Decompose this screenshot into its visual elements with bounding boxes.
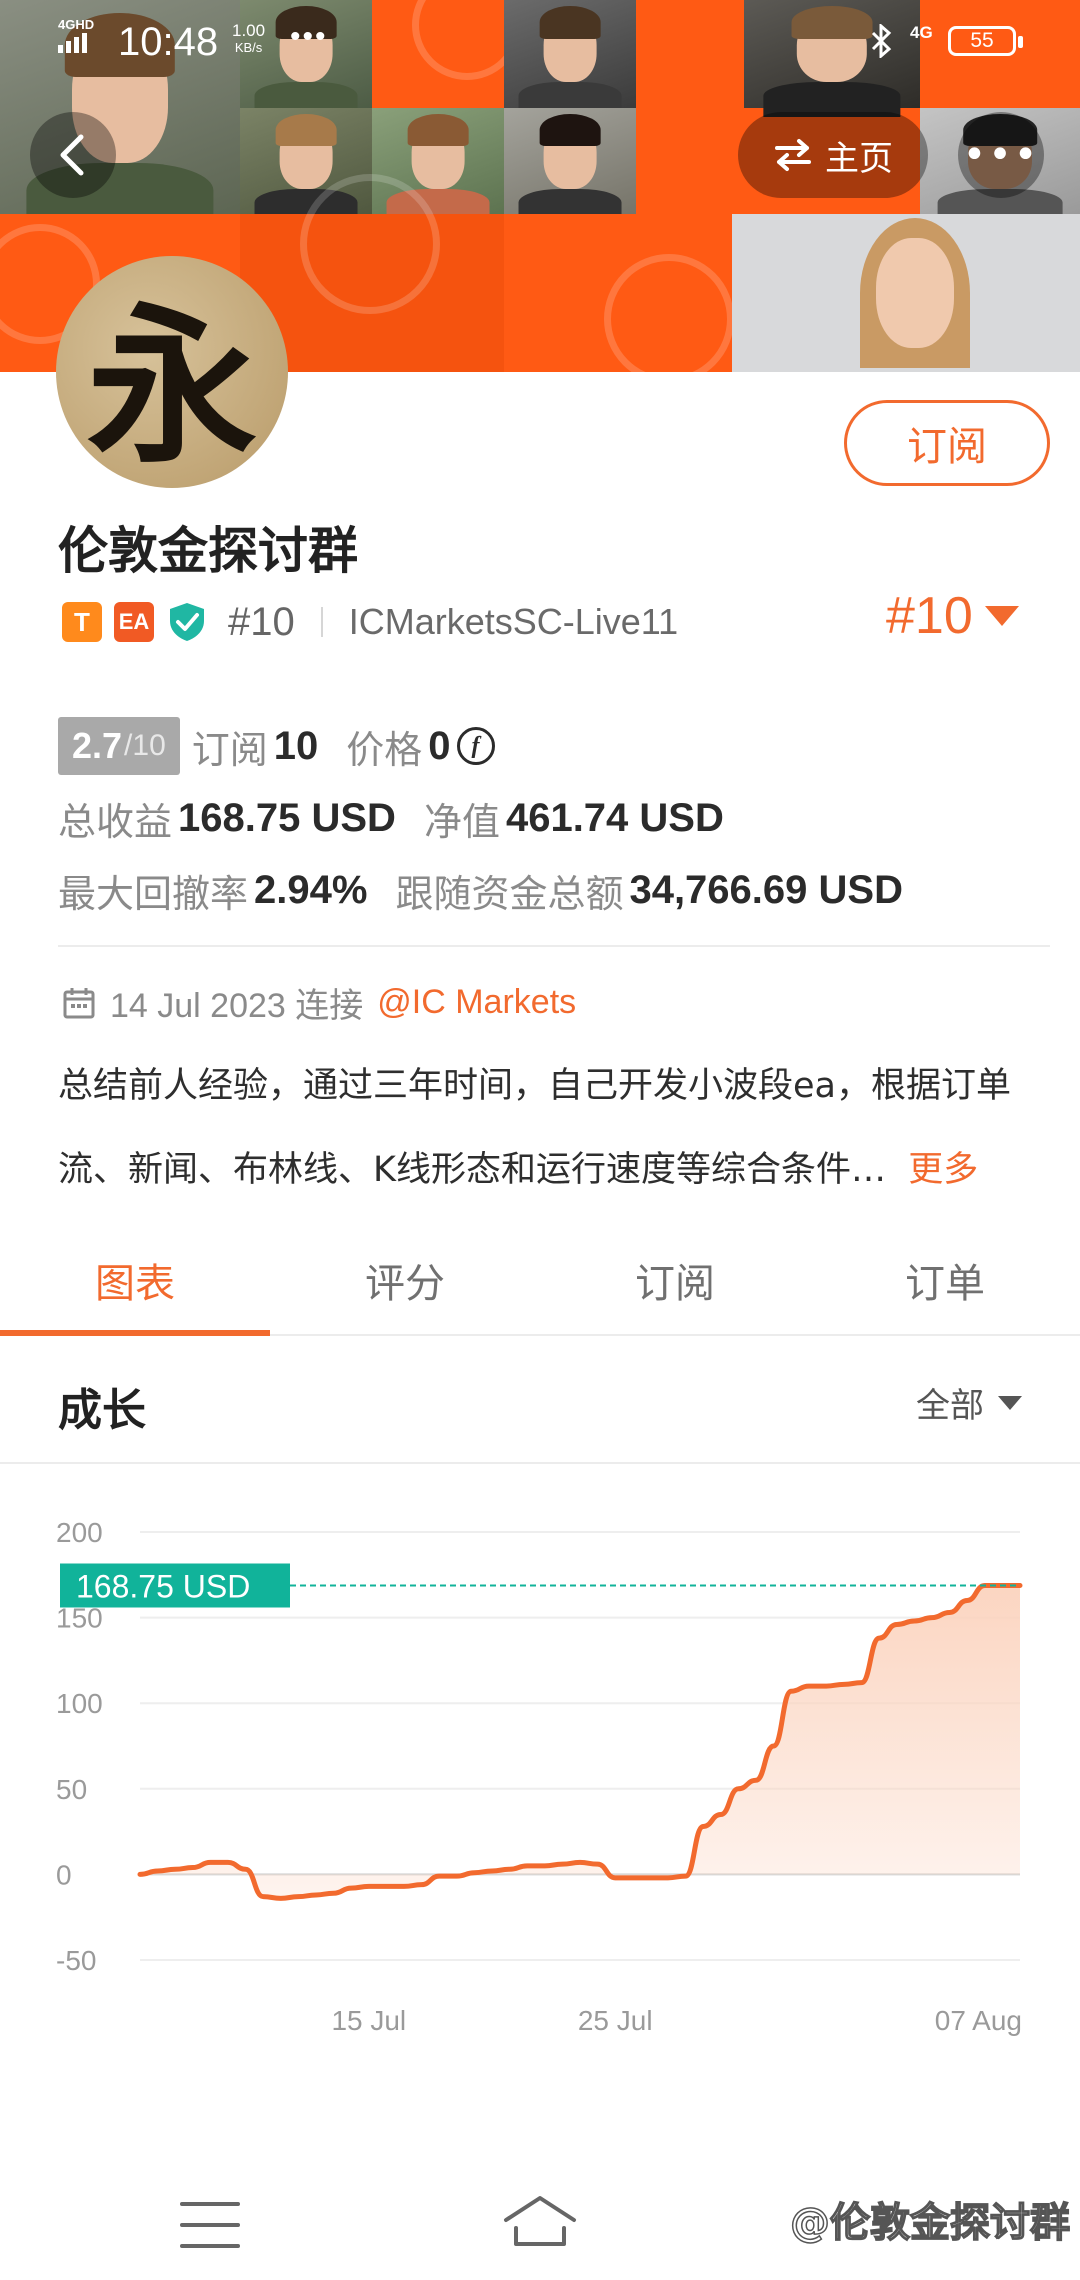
tag-ea-badge: EA [114,602,154,642]
verified-shield-icon [170,603,204,641]
price-label: 价格 [346,727,423,772]
join-date: 14 Jul 2023 连接 [110,987,364,1025]
caret-down-icon [998,1395,1022,1410]
current-value-label: 168.75 USD [76,1569,250,1605]
follow-funds-value: 34,766.69 USD [629,867,903,912]
y-tick-label: 0 [56,1859,72,1890]
more-link[interactable]: 更多 [908,1150,978,1190]
range-filter-dropdown[interactable]: 全部 [916,1378,1022,1427]
tab-bar: 图表 评分 订阅 订单 [0,1226,1080,1336]
subscribe-button[interactable]: 订阅 [844,400,1050,486]
follow-funds-label: 跟随资金总额 [395,871,624,916]
tab-subscriptions[interactable]: 订阅 [540,1226,810,1334]
y-tick-label: 200 [56,1517,103,1548]
rank-value: #10 [886,587,973,645]
watermark: @伦敦金探讨群 [789,2199,1071,2247]
stats-row-score: 2.7/10 订阅 10 价格 0 f [58,710,1048,782]
status-bar: 4GHD 10:48 1.00 KB/s ••• 4G 55 [0,0,1080,84]
stats-row-drawdown: 最大回撤率 2.94% 跟随资金总额 34,766.69 USD [58,854,1048,926]
notification-dots: ••• [290,20,328,53]
max-drawdown-value: 2.94% [254,867,368,912]
back-button[interactable] [30,112,116,198]
cover-photo-9 [732,214,1080,372]
stats-row-profit: 总收益 168.75 USD 净值 461.74 USD [58,782,1048,854]
mobile-data-indicator: 4G [910,23,933,42]
cover-photo-7 [504,108,636,223]
subscribers-value: 10 [273,723,319,768]
system-nav-bar: @伦敦金探讨群 [0,2168,1080,2280]
score-value: 2.7 [72,725,123,766]
more-icon: ••• [962,132,1040,178]
home-button-label: 主页 [825,138,893,179]
chevron-left-icon [60,134,84,176]
caret-down-icon [984,606,1019,626]
equity-label: 净值 [423,799,500,844]
y-tick-label: 50 [56,1774,87,1805]
clock: 10:48 [118,20,219,64]
battery-icon: 55 [948,26,1023,56]
tab-chart[interactable]: 图表 [0,1226,270,1336]
total-profit-value: 168.75 USD [178,795,396,840]
y-tick-label: 100 [56,1688,103,1719]
x-tick-label: 07 Aug [935,2005,1022,2036]
more-options-button[interactable]: ••• [958,112,1044,198]
join-info: 14 Jul 2023 连接 @IC Markets [62,978,576,1027]
y-tick-label: -50 [56,1945,96,1976]
score-denominator: /10 [124,729,166,762]
growth-section-header: 成长 全部 [0,1338,1080,1464]
recent-apps-button[interactable] [180,2202,240,2248]
total-profit-label: 总收益 [58,799,173,844]
network-speed: 1.00 KB/s [232,21,266,55]
subscribe-button-label: 订阅 [907,424,987,470]
server-name: ICMarketsSC-Live11 [348,601,679,642]
avatar[interactable]: 永 [56,256,288,488]
x-tick-label: 15 Jul [331,2005,406,2036]
swap-arrows-icon [775,139,811,171]
section-divider [58,945,1050,947]
signal-bars-icon [58,33,94,53]
max-drawdown-label: 最大回撤率 [58,871,249,916]
calendar-icon [63,987,95,1018]
tag-t-badge: T [62,602,102,642]
badge-row: T EA #10 ICMarketsSC-Live11 [62,598,678,646]
equity-value: 461.74 USD [505,795,724,840]
range-filter-label: 全部 [916,1386,984,1426]
rank-label: #10 [228,599,295,644]
section-title: 成长 [58,1385,146,1436]
bluetooth-icon [870,22,894,65]
switch-home-button[interactable]: 主页 [738,112,928,198]
page-title: 伦敦金探讨群 [58,522,358,580]
price-value: 0 [428,723,451,768]
tab-rating[interactable]: 评分 [270,1226,540,1334]
network-indicator: 4GHD [58,18,94,53]
home-nav-icon[interactable] [500,2190,580,2254]
avatar-calligraphy: 永 [86,287,257,487]
stats-block: 2.7/10 订阅 10 价格 0 f 总收益 168.75 USD 净值 46… [58,710,1048,926]
subscribers-label: 订阅 [191,727,268,772]
cover-pattern-7 [504,214,734,372]
score-badge: 2.7/10 [58,717,180,775]
rank-dropdown[interactable]: #10 [886,586,1019,646]
coin-icon: f [456,727,495,765]
description-text: 总结前人经验，通过三年时间，自己开发小波段ea，根据订单流、新闻、布林线、K线形… [58,1066,1011,1190]
x-tick-label: 25 Jul [578,2005,653,2036]
description: 总结前人经验，通过三年时间，自己开发小波段ea，根据订单流、新闻、布林线、K线形… [58,1044,1048,1212]
divider [320,607,323,637]
broker-link[interactable]: @IC Markets [377,983,576,1022]
tab-orders[interactable]: 订单 [810,1226,1080,1334]
growth-chart[interactable]: 200150100500-50 168.75 USD15 Jul 25 Jul 07… [0,1470,1080,2150]
